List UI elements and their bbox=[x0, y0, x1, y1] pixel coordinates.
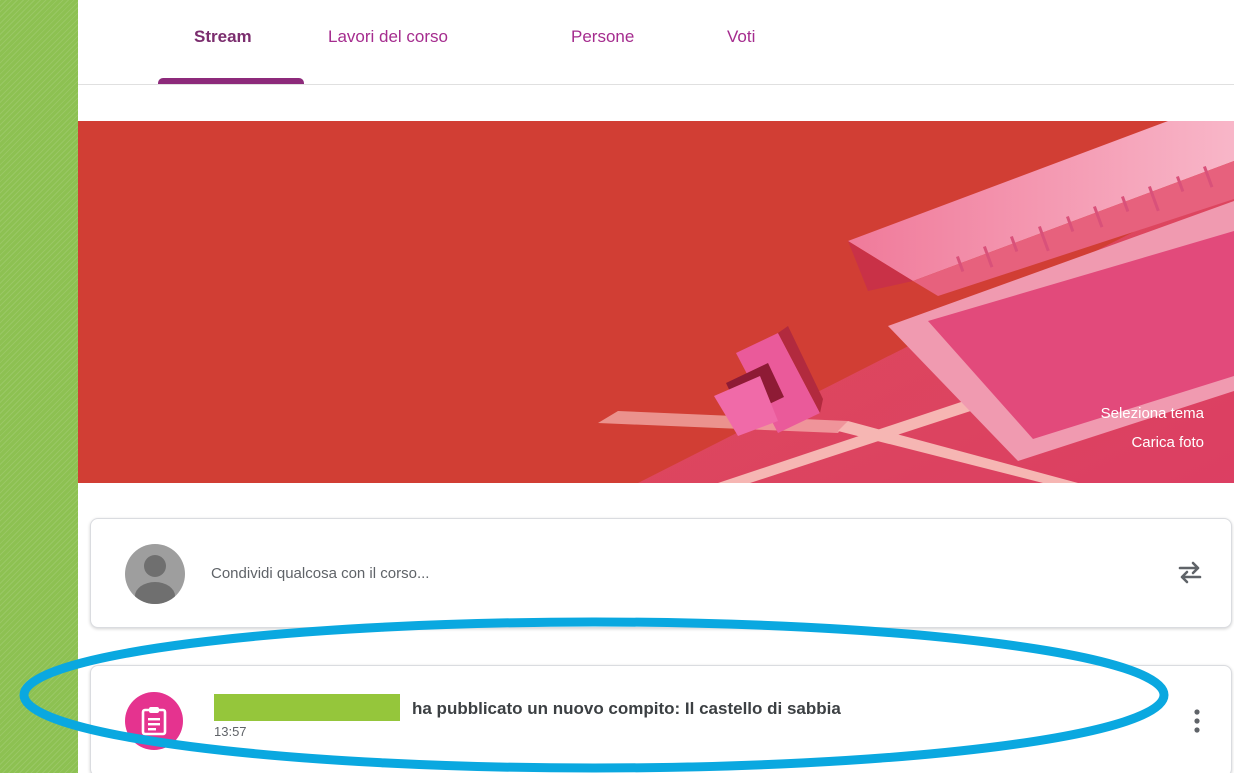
tab-bar: Stream Lavori del corso Persone Voti bbox=[78, 0, 1234, 85]
banner-illustration bbox=[598, 121, 1234, 483]
redacted-author-name bbox=[214, 694, 400, 721]
post-title[interactable]: ha pubblicato un nuovo compito: Il caste… bbox=[412, 699, 841, 719]
assignment-icon bbox=[125, 692, 183, 750]
share-card[interactable]: Condividi qualcosa con il corso... bbox=[90, 518, 1232, 628]
post-timestamp: 13:57 bbox=[214, 724, 247, 739]
share-input[interactable]: Condividi qualcosa con il corso... bbox=[211, 565, 429, 582]
tab-stream[interactable]: Stream bbox=[194, 27, 252, 47]
clipboard-icon bbox=[141, 707, 167, 736]
tab-lavori-del-corso[interactable]: Lavori del corso bbox=[328, 27, 448, 47]
active-tab-indicator bbox=[158, 78, 304, 84]
assignment-post-card[interactable]: ha pubblicato un nuovo compito: Il caste… bbox=[90, 665, 1232, 773]
avatar bbox=[125, 544, 185, 604]
course-banner: Seleziona tema Carica foto bbox=[78, 121, 1234, 483]
classroom-page: Stream Lavori del corso Persone Voti Sel… bbox=[78, 0, 1234, 773]
tab-persone[interactable]: Persone bbox=[571, 27, 634, 47]
upload-photo-link[interactable]: Carica foto bbox=[1131, 434, 1204, 451]
repost-icon[interactable] bbox=[1175, 557, 1205, 587]
tab-voti[interactable]: Voti bbox=[727, 27, 755, 47]
more-options-icon[interactable] bbox=[1189, 706, 1205, 736]
select-theme-link[interactable]: Seleziona tema bbox=[1101, 405, 1204, 422]
person-icon bbox=[135, 555, 175, 604]
